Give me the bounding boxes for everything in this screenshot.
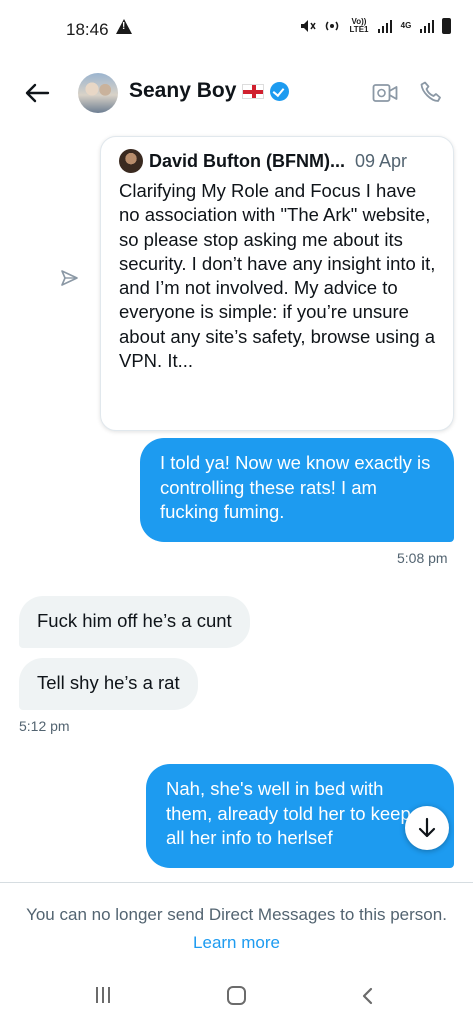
message-text: Tell shy he’s a rat — [37, 672, 180, 693]
recent-apps-icon[interactable] — [96, 987, 112, 1003]
signal-icon — [378, 19, 392, 33]
quoted-author-avatar — [119, 149, 143, 173]
arrow-down-icon — [418, 817, 436, 838]
system-back-icon[interactable] — [360, 987, 376, 1005]
contact-name-row[interactable]: Seany Boy — [129, 79, 290, 103]
video-call-icon[interactable] — [372, 82, 398, 104]
status-bar: 18:46 Vo)) LTE1 4G — [0, 0, 473, 56]
message-bubble-incoming[interactable]: Fuck him off he’s a cunt — [19, 596, 250, 648]
conversation-header: Seany Boy — [0, 56, 473, 132]
dm-disabled-notice: You can no longer send Direct Messages t… — [0, 883, 473, 973]
avatar[interactable] — [78, 73, 118, 113]
signal-icon — [420, 19, 434, 33]
quoted-tweet-text: Clarifying My Role and Focus I have no a… — [119, 180, 436, 372]
message-timestamp: 5:08 pm — [397, 550, 448, 566]
quoted-tweet-header: David Bufton (BFNM)... 09 Apr — [119, 149, 439, 173]
home-icon[interactable] — [227, 986, 246, 1005]
quoted-tweet-card[interactable]: David Bufton (BFNM)... 09 Apr Clarifying… — [100, 136, 454, 431]
alert-icon — [116, 19, 132, 34]
message-text: Nah, she's well in bed with them, alread… — [166, 778, 411, 848]
message-bubble-incoming[interactable]: Tell shy he’s a rat — [19, 658, 198, 710]
message-bubble-outgoing[interactable]: I told ya! Now we know exactly is contro… — [140, 438, 454, 542]
england-flag — [242, 83, 265, 99]
message-text: Fuck him off he’s a cunt — [37, 610, 232, 631]
notice-text: You can no longer send Direct Messages t… — [26, 905, 447, 924]
hotspot-icon — [325, 21, 339, 31]
quoted-tweet-date: 09 Apr — [354, 150, 408, 171]
verified-badge-icon — [270, 81, 290, 101]
system-nav-bar — [0, 973, 473, 1024]
notice-text-block: You can no longer send Direct Messages t… — [20, 901, 453, 957]
contact-name: Seany Boy — [129, 79, 237, 102]
quoted-author-name: David Bufton (BFNM)... — [149, 150, 345, 171]
network-label: 4G — [400, 21, 412, 30]
scroll-to-bottom-button[interactable] — [405, 806, 449, 850]
status-time: 18:46 — [66, 20, 109, 39]
message-text: I told ya! Now we know exactly is contro… — [160, 452, 431, 522]
mute-icon — [301, 20, 316, 32]
back-arrow-icon[interactable] — [24, 80, 50, 106]
status-icons: Vo)) LTE1 4G — [300, 18, 451, 34]
message-timestamp: 5:12 pm — [19, 718, 70, 734]
share-sent-icon — [61, 270, 78, 286]
battery-icon — [442, 18, 451, 34]
learn-more-link[interactable]: Learn more — [193, 933, 280, 952]
phone-call-icon[interactable] — [419, 80, 443, 104]
volte-label: Vo)) LTE1 — [349, 17, 369, 34]
